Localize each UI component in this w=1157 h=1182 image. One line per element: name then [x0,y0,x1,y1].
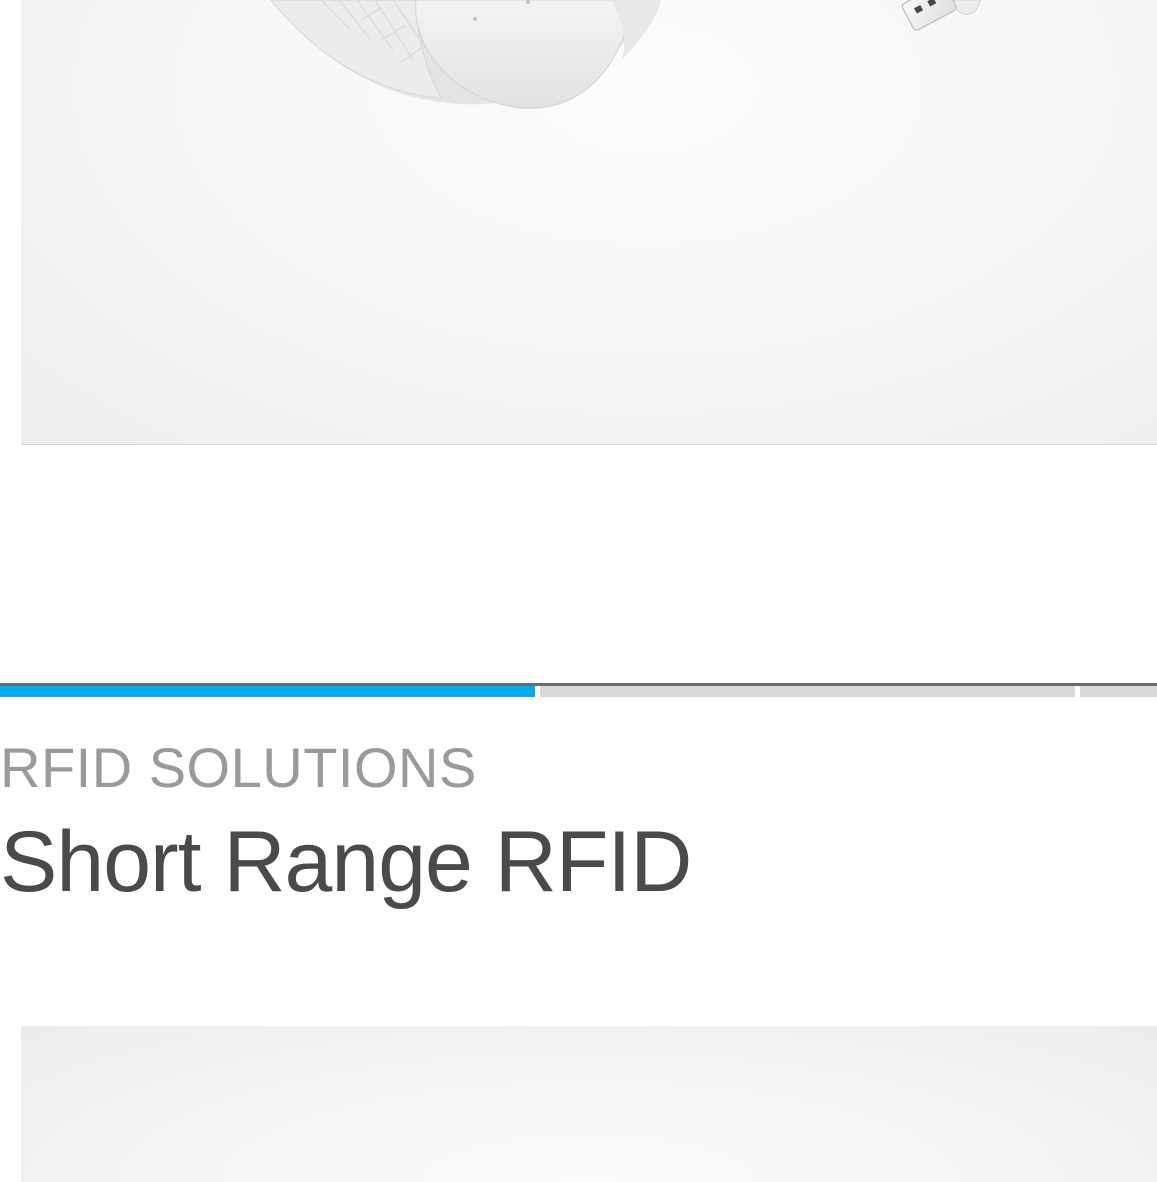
slider-indicator-3[interactable] [1080,686,1157,697]
section-eyebrow: RFID SOLUTIONS [0,736,477,799]
slider-pagination [0,686,1157,697]
page: RFID SOLUTIONS Short Range RFID [0,0,1157,1182]
slider-indicator-2[interactable] [540,686,1075,697]
section-title: Short Range RFID [0,814,692,910]
slider-indicator-1[interactable] [0,686,535,697]
product-illustration [270,0,982,109]
product-image [21,1026,1157,1182]
rfid-reader-product-image [21,0,1157,445]
